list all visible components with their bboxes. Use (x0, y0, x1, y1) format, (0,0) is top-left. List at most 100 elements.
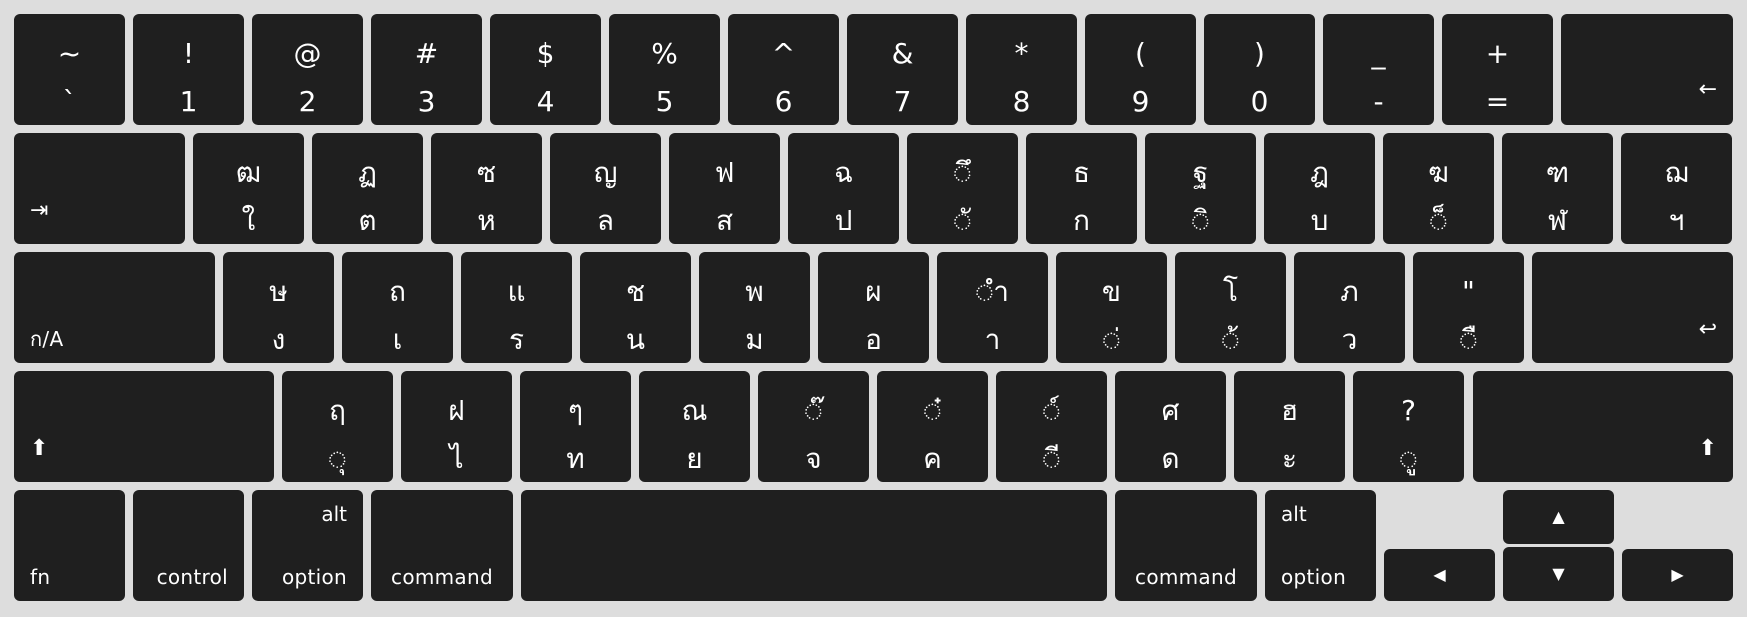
arrow-right-icon: ▶ (1671, 565, 1684, 584)
shift-symbol: ษ (269, 275, 288, 308)
row4-key-9[interactable]: ฮะ (1234, 371, 1345, 482)
right-option-key[interactable]: alt option (1265, 490, 1376, 601)
base-symbol: 2 (298, 85, 317, 118)
arrow-left-icon: ◀ (1433, 565, 1446, 584)
row1-key-12[interactable]: _ - (1323, 14, 1434, 125)
right-command-key[interactable]: command (1115, 490, 1257, 601)
arrow-down-key[interactable]: ▼ (1503, 547, 1614, 601)
left-option-key[interactable]: alt option (252, 490, 363, 601)
row1-key-4[interactable]: #3 (371, 14, 482, 125)
shift-symbol: ช (625, 275, 645, 308)
shift-symbol: ถ (389, 275, 406, 308)
row4-key-5[interactable]: ◌๊จ (758, 371, 869, 482)
shift-symbol: ◌ึ (953, 156, 972, 189)
row3-key-10[interactable]: ภว (1294, 252, 1405, 363)
left-shift-key[interactable]: ⬆ (14, 371, 274, 482)
row2-key-4[interactable]: ญล (550, 133, 661, 244)
arrow-left-key[interactable]: ◀ (1384, 549, 1495, 601)
row2-key-2[interactable]: ฏต (312, 133, 423, 244)
row4-key-2[interactable]: ฝไ (401, 371, 512, 482)
shift-symbol: ซ (476, 156, 496, 189)
row1-key-2[interactable]: ! 1 (133, 14, 244, 125)
return-key[interactable]: ↩ (1532, 252, 1733, 363)
base-symbol: 0 (1250, 85, 1269, 118)
tab-key[interactable]: ⇥ (14, 133, 185, 244)
row2-key-1[interactable]: ฒใ (193, 133, 304, 244)
shift-symbol: ฟ (714, 156, 735, 189)
row1-key-9[interactable]: * 8 (966, 14, 1077, 125)
base-symbol: ล (596, 204, 615, 237)
row3-key-2[interactable]: ถเ (342, 252, 453, 363)
row3-key-7[interactable]: ◌ำา (937, 252, 1048, 363)
row2-key-6[interactable]: ฉป (788, 133, 899, 244)
row4-key-7[interactable]: ◌์ ◌ี (996, 371, 1107, 482)
shift-symbol: ฆ (1428, 156, 1449, 189)
row1-key-13[interactable]: + = (1442, 14, 1553, 125)
delete-icon: ← (1698, 77, 1717, 102)
row2-key-11[interactable]: ฆ ◌็ (1383, 133, 1494, 244)
row4-key-6[interactable]: ◌๋ค (877, 371, 988, 482)
row2-key-9[interactable]: ฐ ◌ิ (1145, 133, 1256, 244)
row4-key-10[interactable]: ? ◌ู (1353, 371, 1464, 482)
shift-symbol: ~ (57, 37, 82, 70)
base-symbol: ส (715, 204, 734, 237)
base-symbol: ◌ู (1399, 442, 1418, 475)
row2-key-7[interactable]: ◌ึ ◌ั (907, 133, 1018, 244)
row4-key-4[interactable]: ณย (639, 371, 750, 482)
row4-key-3[interactable]: ๆท (520, 371, 631, 482)
row1-key-5[interactable]: $4 (490, 14, 601, 125)
row1-key-3[interactable]: @2 (252, 14, 363, 125)
space-bar[interactable] (521, 490, 1107, 601)
left-command-key[interactable]: command (371, 490, 513, 601)
row2-key-5[interactable]: ฟส (669, 133, 780, 244)
row2-key-12[interactable]: ฑฬ (1502, 133, 1613, 244)
row3-key-6[interactable]: ผอ (818, 252, 929, 363)
base-symbol: ◌ั (953, 204, 972, 237)
caps-lock-label: ก/A (30, 327, 64, 351)
row3-key-8[interactable]: ข ◌่ (1056, 252, 1167, 363)
row1-key-7[interactable]: ^ 6 (728, 14, 839, 125)
right-shift-key[interactable]: ⬆ (1473, 371, 1733, 482)
row3-key-3[interactable]: แร (461, 252, 572, 363)
caps-lock-key[interactable]: ก/A (14, 252, 215, 363)
base-symbol: ` (62, 85, 77, 118)
arrow-up-key[interactable]: ▲ (1503, 490, 1614, 544)
base-symbol: - (1373, 85, 1384, 118)
row4-key-1[interactable]: ฤ ◌ุ (282, 371, 393, 482)
row2-key-13[interactable]: ฌฯ (1621, 133, 1732, 244)
base-symbol: 6 (774, 85, 793, 118)
base-symbol: ◌ิ (1191, 204, 1210, 237)
row3-key-5[interactable]: พม (699, 252, 810, 363)
shift-symbol: ! (182, 37, 195, 70)
fn-key[interactable]: fn (14, 490, 125, 601)
row3-key-4[interactable]: ชน (580, 252, 691, 363)
shift-symbol: ? (1401, 394, 1416, 427)
shift-symbol: ฐ (1192, 156, 1209, 189)
shift-symbol: # (414, 37, 439, 70)
row1-key-6[interactable]: % 5 (609, 14, 720, 125)
row2-key-3[interactable]: ซห (431, 133, 542, 244)
row4-key-8[interactable]: ศด (1115, 371, 1226, 482)
row3-key-11[interactable]: " ◌ื (1413, 252, 1524, 363)
row3-key-9[interactable]: โ ◌้ (1175, 252, 1286, 363)
keyboard: ~ `! 1 @2 #3 $4% 5 ^ 6 & 7 * 8(9) 0 _ - + = ← ⇥ ฒใฏตซหญลฟสฉป… (0, 0, 1747, 617)
arrow-right-key[interactable]: ▶ (1622, 549, 1733, 601)
row1-key-11[interactable]: ) 0 (1204, 14, 1315, 125)
row1-key-10[interactable]: (9 (1085, 14, 1196, 125)
row1-key-8[interactable]: & 7 (847, 14, 958, 125)
shift-symbol: ณ (681, 394, 708, 427)
shift-symbol: + (1485, 37, 1510, 70)
shift-symbol: ( (1135, 37, 1146, 70)
row3-key-1[interactable]: ษง (223, 252, 334, 363)
shift-symbol: ข (1101, 275, 1122, 308)
arrow-down-icon: ▼ (1552, 564, 1565, 583)
return-icon: ↩ (1698, 317, 1717, 342)
row2-key-10[interactable]: ฎบ (1264, 133, 1375, 244)
control-key[interactable]: control (133, 490, 244, 601)
row2-key-8[interactable]: ธก (1026, 133, 1137, 244)
shift-symbol: ◌์ (1042, 394, 1061, 427)
shift-symbol: ) (1254, 37, 1265, 70)
delete-key[interactable]: ← (1561, 14, 1733, 125)
base-symbol: ะ (1281, 442, 1298, 475)
row1-key-1[interactable]: ~ ` (14, 14, 125, 125)
